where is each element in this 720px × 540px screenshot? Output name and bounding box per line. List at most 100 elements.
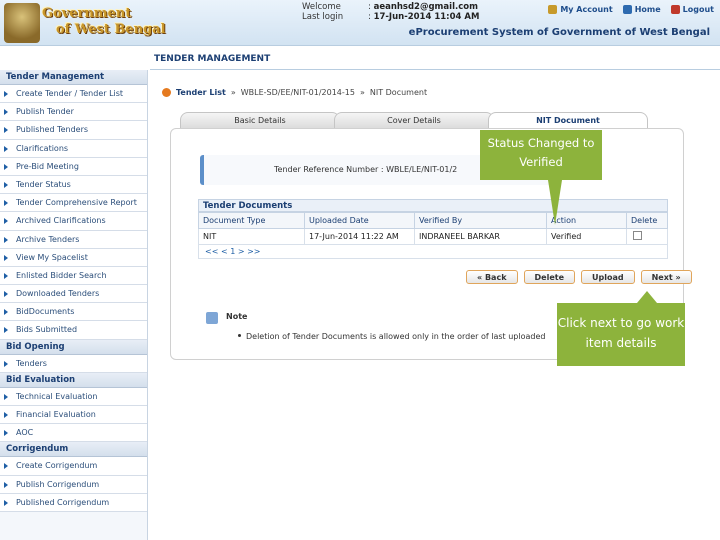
lastlogin-value: 17-Jun-2014 11:04 AM: [373, 12, 480, 22]
sidebar-item-create-corrigendum[interactable]: Create Corrigendum: [0, 457, 147, 476]
tab-nit-document[interactable]: NIT Document: [488, 112, 648, 128]
sidebar-item-financial-evaluation[interactable]: Financial Evaluation: [0, 406, 147, 425]
sidebar: Tender Management Create Tender / Tender…: [0, 70, 148, 540]
reference-label: Tender Reference Number :: [274, 165, 384, 174]
arrow-icon: [4, 430, 8, 437]
note-icon: [206, 312, 218, 324]
logo-line2: of West Bengal: [56, 22, 166, 37]
upload-button[interactable]: Upload: [581, 270, 635, 284]
next-button[interactable]: Next »: [640, 270, 692, 284]
note-text: Deletion of Tender Documents is allowed …: [246, 332, 546, 341]
delete-button[interactable]: Delete: [523, 270, 575, 284]
breadcrumb-nit-document: NIT Document: [369, 88, 428, 97]
logo-line1: Government: [42, 6, 132, 21]
documents-title: Tender Documents: [198, 199, 668, 212]
breadcrumb-separator: »: [359, 88, 365, 97]
cell-action: Verified: [546, 228, 627, 245]
pagination[interactable]: << < 1 > >>: [198, 245, 668, 259]
cell-delete: [626, 228, 668, 245]
user-icon: [548, 5, 558, 14]
col-delete: Delete: [626, 212, 668, 229]
table-header-row: Document Type Uploaded Date Verified By …: [198, 212, 668, 229]
sidebar-item-downloaded-tenders[interactable]: Downloaded Tenders: [0, 285, 147, 304]
back-button[interactable]: « Back: [466, 270, 518, 284]
callout-tail: [637, 291, 657, 303]
arrow-icon: [4, 145, 8, 152]
sidebar-item-archived-clarifications[interactable]: Archived Clarifications: [0, 212, 147, 231]
arrow-icon: [4, 91, 8, 97]
callout-tail: [548, 180, 562, 225]
arrow-icon: [4, 481, 8, 488]
callout-status-text: Status Changed to Verified: [487, 136, 595, 169]
table-row: NIT 17-Jun-2014 11:22 AM INDRANEEL BARKA…: [198, 228, 668, 245]
sidebar-section-bid-opening[interactable]: Bid Opening: [0, 339, 147, 355]
sidebar-item-clarifications[interactable]: Clarifications: [0, 139, 147, 158]
system-title: eProcurement System of Government of Wes…: [408, 27, 710, 38]
home-link[interactable]: Home: [622, 5, 661, 14]
sidebar-section-bid-evaluation[interactable]: Bid Evaluation: [0, 372, 147, 388]
sidebar-section-tender-management[interactable]: Tender Management: [0, 70, 147, 85]
my-account-link[interactable]: My Account: [548, 5, 613, 14]
tender-documents: Tender Documents Document Type Uploaded …: [198, 199, 668, 259]
logout-icon: [670, 5, 680, 14]
col-document-type: Document Type: [198, 212, 305, 229]
reference-value: WBLE/LE/NIT-01/2: [386, 165, 458, 174]
bullet-icon: [162, 88, 171, 97]
callout-status: Status Changed to Verified: [480, 130, 602, 225]
sidebar-item-prebid-meeting[interactable]: Pre-Bid Meeting: [0, 157, 147, 176]
state-emblem-icon: [4, 3, 40, 43]
callout-next: Click next to go work item details: [557, 291, 685, 366]
sidebar-item-published-tenders[interactable]: Published Tenders: [0, 121, 147, 140]
home-icon: [622, 5, 632, 14]
sidebar-item-published-corrigendum[interactable]: Published Corrigendum: [0, 493, 147, 512]
arrow-icon: [4, 236, 8, 243]
sidebar-item-technical-evaluation[interactable]: Technical Evaluation: [0, 387, 147, 406]
cell-uploaded-date: 17-Jun-2014 11:22 AM: [304, 228, 415, 245]
note-title: Note: [226, 312, 248, 321]
documents-table: Document Type Uploaded Date Verified By …: [198, 212, 668, 245]
arrow-icon: [4, 109, 8, 116]
logout-link[interactable]: Logout: [670, 5, 714, 14]
callout-next-text: Click next to go work item details: [557, 316, 685, 350]
top-links: My Account Home Logout: [548, 5, 714, 14]
tab-basic-details[interactable]: Basic Details: [180, 112, 340, 128]
note-bullet: [238, 334, 241, 337]
welcome-value: aeanhsd2@gmail.com: [373, 2, 478, 12]
breadcrumb-separator: »: [230, 88, 236, 97]
sidebar-item-tender-status[interactable]: Tender Status: [0, 175, 147, 195]
delete-checkbox[interactable]: [633, 231, 642, 240]
breadcrumb-tender-list[interactable]: Tender List: [176, 88, 226, 97]
sidebar-item-comprehensive-report[interactable]: Tender Comprehensive Report: [0, 194, 147, 213]
breadcrumb-tender-ref: WBLE-SD/EE/NIT-01/2014-15: [240, 88, 355, 97]
tab-bar: Basic Details Cover Details NIT Document: [180, 112, 648, 128]
sidebar-item-create-tender[interactable]: Create Tender / Tender List: [0, 85, 147, 104]
arrow-icon: [4, 360, 8, 367]
cell-document-type: NIT: [198, 228, 305, 245]
header: Government of West Bengal Welcome: aeanh…: [0, 0, 720, 46]
arrow-icon: [4, 327, 8, 334]
sidebar-item-bids-submitted[interactable]: Bids Submitted: [0, 321, 147, 340]
sidebar-item-aoc[interactable]: AOC: [0, 424, 147, 443]
page-title: TENDER MANAGEMENT: [150, 48, 720, 70]
sidebar-item-tenders[interactable]: Tenders: [0, 354, 147, 373]
sidebar-item-archive-tenders[interactable]: Archive Tenders: [0, 230, 147, 249]
welcome-label: Welcome: [302, 2, 341, 12]
sidebar-section-corrigendum[interactable]: Corrigendum: [0, 442, 147, 458]
arrow-icon: [4, 463, 8, 470]
sidebar-item-publish-corrigendum[interactable]: Publish Corrigendum: [0, 475, 147, 494]
cell-verified-by: INDRANEEL BARKAR: [414, 228, 547, 245]
arrow-icon: [4, 218, 8, 225]
col-uploaded-date: Uploaded Date: [304, 212, 415, 229]
sidebar-item-bidder-search[interactable]: Enlisted Bidder Search: [0, 266, 147, 286]
arrow-icon: [4, 499, 8, 506]
tab-cover-details[interactable]: Cover Details: [334, 112, 494, 128]
arrow-icon: [4, 163, 8, 170]
arrow-icon: [4, 393, 8, 400]
sidebar-item-bid-documents[interactable]: BidDocuments: [0, 303, 147, 322]
sidebar-item-spacelist[interactable]: View My Spacelist: [0, 248, 147, 267]
arrow-icon: [4, 181, 8, 188]
arrow-icon: [4, 272, 8, 279]
arrow-icon: [4, 309, 8, 316]
arrow-icon: [4, 254, 8, 261]
sidebar-item-publish-tender[interactable]: Publish Tender: [0, 103, 147, 122]
